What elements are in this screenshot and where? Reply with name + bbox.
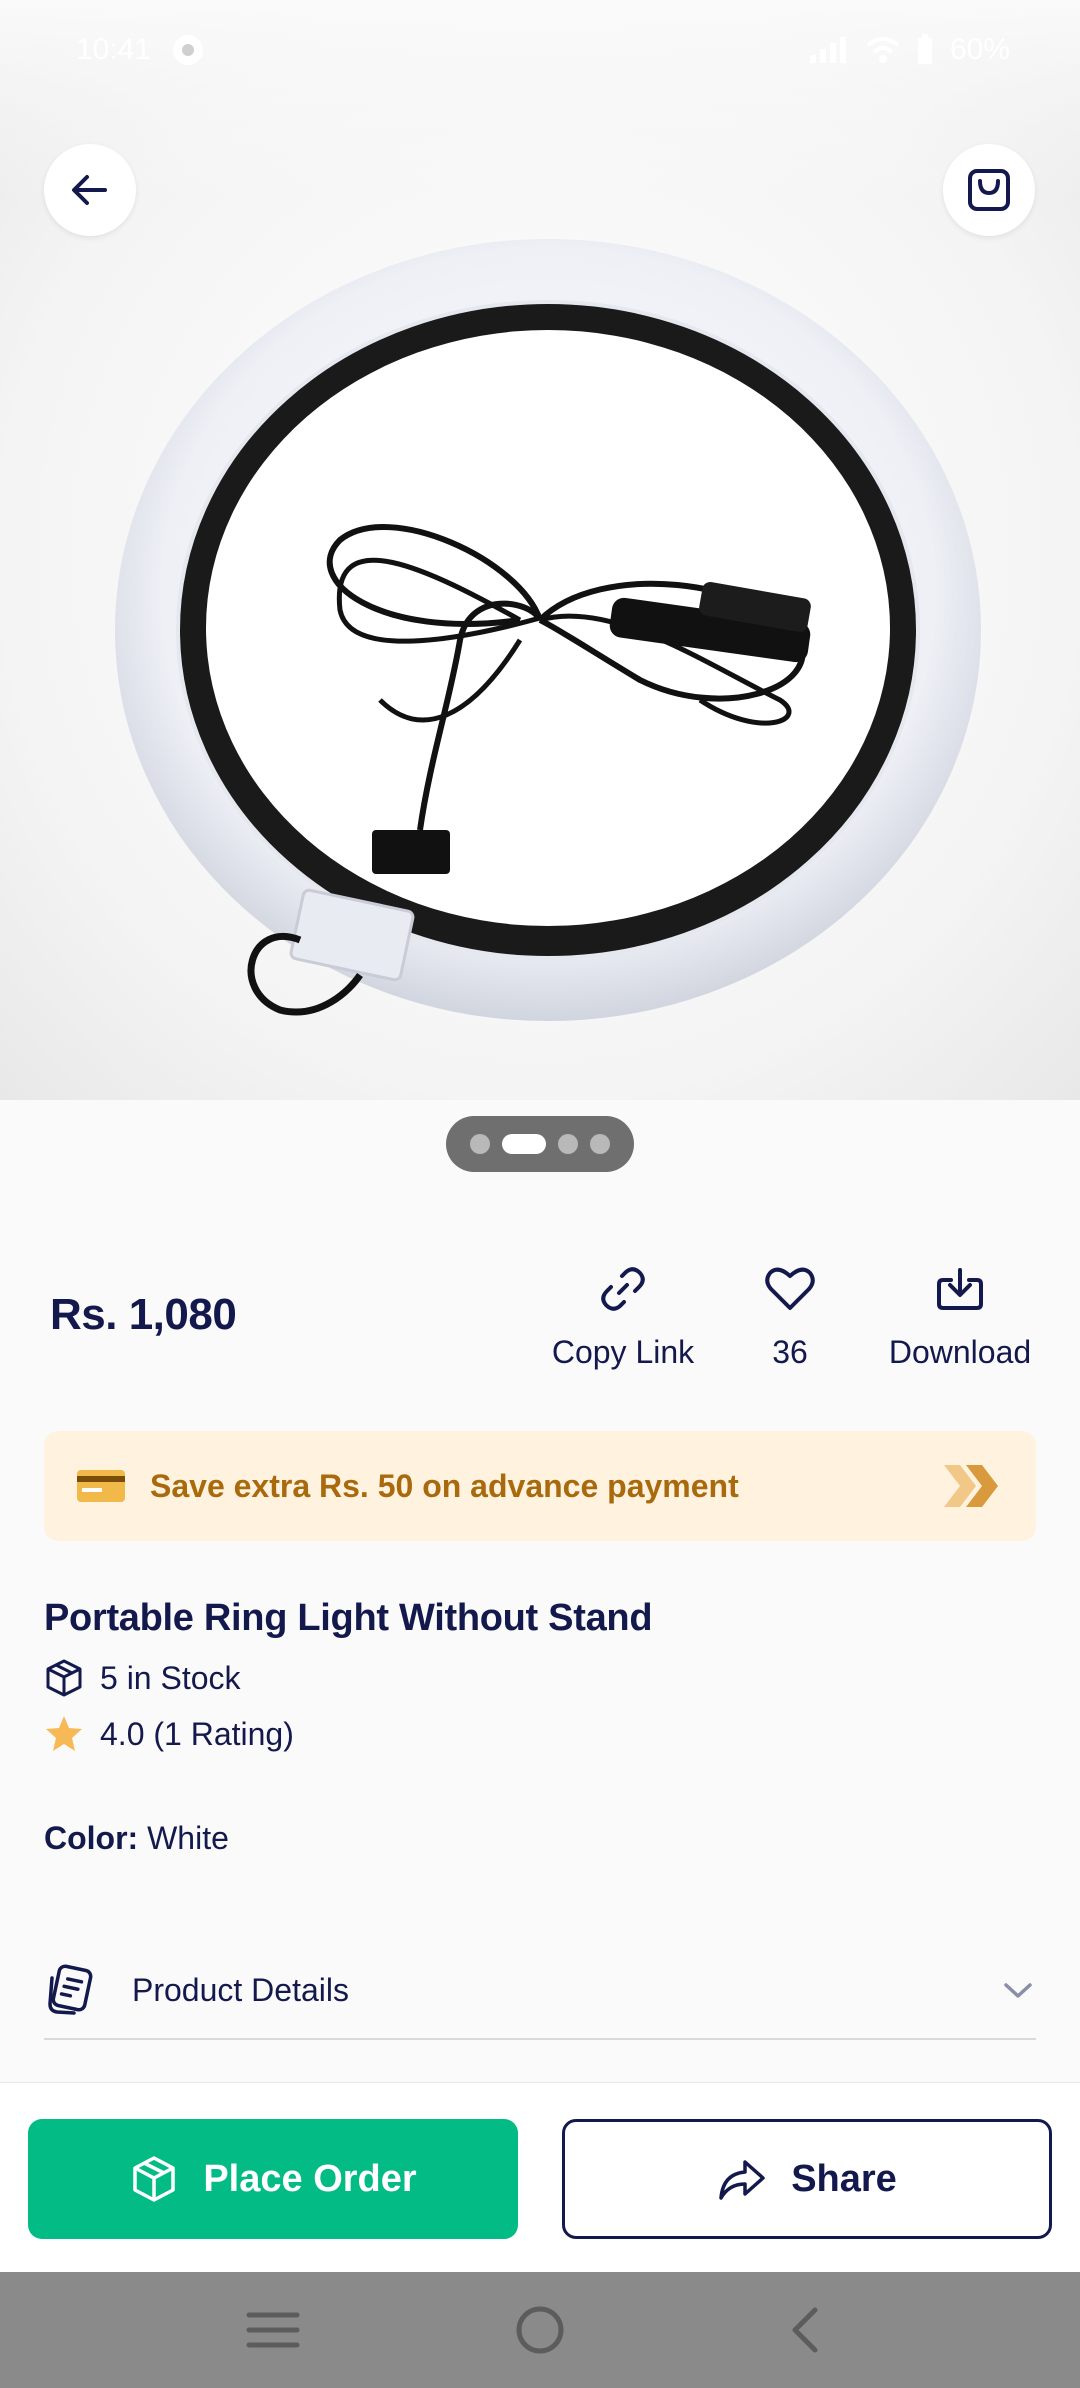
document-icon [48, 1964, 93, 2015]
system-back-icon[interactable] [779, 2302, 835, 2358]
rating-info[interactable]: 4.0 (1 Rating) [44, 1714, 294, 1754]
recent-apps-icon[interactable] [245, 2305, 301, 2355]
divider [44, 2038, 1036, 2040]
status-time: 10:41 [76, 33, 152, 66]
share-arrow-icon [719, 2160, 765, 2200]
product-image[interactable] [0, 0, 1080, 1100]
like-button[interactable]: 36 [740, 1262, 840, 1371]
download-button[interactable]: Download [880, 1262, 1040, 1371]
color-selection: Color: White [44, 1820, 229, 1857]
rating-text: 4.0 (1 Rating) [100, 1715, 294, 1752]
image-carousel-indicator[interactable] [446, 1116, 634, 1172]
status-bar: 10:41 60% [0, 0, 1080, 100]
copy-link-button[interactable]: Copy Link [548, 1262, 698, 1371]
color-value: White [147, 1820, 229, 1856]
carousel-dot-active[interactable] [502, 1134, 546, 1154]
download-label: Download [888, 1334, 1032, 1370]
box-icon [133, 2156, 176, 2202]
wifi-icon [866, 37, 900, 63]
advance-payment-banner[interactable]: Save extra Rs. 50 on advance payment [44, 1431, 1036, 1541]
home-icon[interactable] [512, 2302, 568, 2358]
place-order-button[interactable]: Place Order [28, 2119, 518, 2239]
bottom-action-bar: Place Order Share [0, 2082, 1080, 2272]
heart-icon [765, 1267, 815, 1310]
stock-info: 5 in Stock [44, 1658, 241, 1698]
system-navigation-bar [0, 2272, 1080, 2388]
shopping-bag-icon [968, 169, 1010, 211]
product-price: Rs. 1,080 [50, 1290, 237, 1339]
color-label: Color: [44, 1820, 139, 1856]
product-details-accordion[interactable]: Product Details [44, 1940, 1036, 2040]
star-icon [46, 1716, 82, 1751]
signal-icon [809, 37, 846, 63]
place-order-label: Place Order [203, 2157, 417, 2200]
carousel-dot[interactable] [470, 1134, 490, 1154]
copy-link-label: Copy Link [551, 1334, 695, 1370]
product-details-label: Product Details [132, 1971, 349, 2008]
share-label: Share [791, 2157, 897, 2200]
chevron-down-icon [1004, 1983, 1032, 1998]
arrow-left-icon [72, 175, 107, 205]
back-button[interactable] [44, 144, 136, 236]
credit-card-icon [77, 1470, 125, 1502]
notification-icon [173, 35, 204, 65]
download-icon [937, 1268, 983, 1310]
product-title: Portable Ring Light Without Stand [44, 1597, 653, 1639]
carousel-dot[interactable] [558, 1134, 578, 1154]
carousel-dot[interactable] [590, 1134, 610, 1154]
promo-text: Save extra Rs. 50 on advance payment [150, 1467, 739, 1504]
box-icon [46, 1659, 82, 1697]
stock-text: 5 in Stock [100, 1659, 241, 1696]
share-button[interactable]: Share [562, 2119, 1052, 2239]
battery-percent: 60% [949, 33, 1010, 66]
like-count: 36 [772, 1334, 808, 1370]
battery-icon [917, 34, 932, 64]
cart-button[interactable] [943, 144, 1035, 236]
double-chevron-right-icon [944, 1465, 998, 1507]
link-icon [601, 1267, 645, 1311]
